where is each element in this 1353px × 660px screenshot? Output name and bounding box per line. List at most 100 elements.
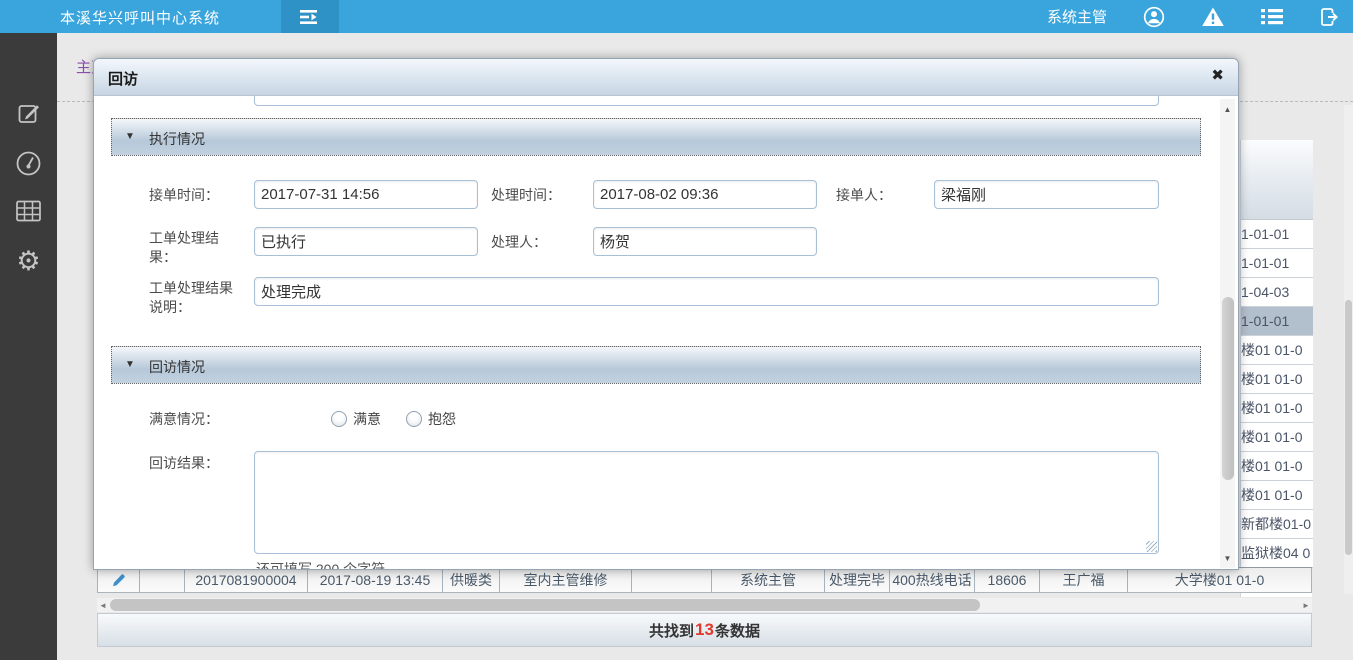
horizontal-scrollbar[interactable]: ◄ ► [97, 598, 1312, 612]
tab-home[interactable]: 主页 [76, 56, 93, 77]
page-vertical-scrollbar[interactable] [1344, 105, 1353, 594]
task-list-button[interactable] [1261, 8, 1283, 25]
right-table-row[interactable]: 楼01 01-0 [1241, 423, 1313, 452]
complaint-radio[interactable] [406, 411, 422, 427]
table-cell: 系统主管 [712, 568, 825, 592]
gauge-icon [15, 150, 42, 177]
sidebar-item-dashboard[interactable] [0, 143, 57, 183]
logout-button[interactable] [1319, 7, 1341, 27]
user-profile-button[interactable] [1143, 6, 1165, 28]
table-cell: 2017081900004 [185, 568, 308, 592]
cell-text: 1-04-03 [1241, 284, 1289, 300]
process-time-label: 处理时间： [491, 186, 561, 205]
dialog-scroll-thumb[interactable] [1222, 297, 1234, 480]
sidebar-toggle-button[interactable] [281, 0, 339, 33]
app-root: 主页 1-01-01 1-01-01 1-04-03 1-01-01 楼01 0… [0, 0, 1353, 660]
app-title: 本溪华兴呼叫中心系统 [60, 7, 220, 28]
satisfied-radio[interactable] [331, 411, 347, 427]
radio-option-complaint[interactable]: 抱怨 [406, 409, 456, 429]
current-user[interactable]: 系统主管 [1047, 6, 1107, 27]
table-cell: 处理完毕 [825, 568, 890, 592]
sidebar-item-settings[interactable]: ⚙ [0, 241, 57, 281]
left-sidebar: ⚙ [0, 33, 57, 660]
cell-text: 楼01 01-0 [1241, 429, 1302, 445]
scroll-right-arrow-icon[interactable]: ► [1300, 598, 1312, 612]
close-icon[interactable]: ✖ [1211, 67, 1224, 85]
right-table-row[interactable]: 楼01 01-0 [1241, 336, 1313, 365]
section-visit-title: 回访情况 [149, 357, 205, 377]
cell-text: 楼01 01-0 [1241, 400, 1302, 416]
table-cell: 大学楼01 01-0 [1128, 568, 1312, 592]
table-cell [632, 568, 712, 592]
scroll-left-arrow-icon[interactable]: ◄ [97, 598, 109, 612]
result-desc-field[interactable] [254, 277, 1159, 306]
right-table-row[interactable]: 新都楼01-0 [1241, 510, 1313, 539]
list-icon [1261, 8, 1283, 25]
right-table-row[interactable]: 1-01-01 [1241, 307, 1313, 336]
receiver-label: 接单人： [836, 186, 892, 205]
visit-result-label: 回访结果： [149, 454, 219, 473]
dialog-scrollbar[interactable]: ▲ ▼ [1220, 99, 1235, 568]
visit-result-textarea[interactable] [254, 451, 1159, 554]
topbar-actions: 系统主管 [1047, 0, 1341, 33]
page-vscroll-thumb[interactable] [1345, 300, 1352, 555]
edit-row-button[interactable] [97, 568, 140, 592]
cell-text: 新都楼01-0 [1241, 516, 1311, 532]
receive-time-label: 接单时间： [149, 186, 219, 205]
result-desc-label: 工单处理结果说明： [149, 279, 241, 317]
table-cell: 供暖类 [443, 568, 500, 592]
hscroll-thumb[interactable] [110, 599, 980, 611]
menu-toggle-icon [300, 9, 320, 25]
logout-icon [1319, 7, 1341, 27]
process-time-field[interactable] [593, 180, 817, 209]
visit-result-wrapper [254, 451, 1159, 554]
pencil-icon [111, 573, 126, 588]
right-table-row[interactable]: 楼01 01-0 [1241, 394, 1313, 423]
grid-table-icon [15, 199, 42, 223]
cell-text: 楼01 01-0 [1241, 458, 1302, 474]
table-cell [140, 568, 185, 592]
cell-text: 监狱楼04 0 [1241, 545, 1310, 561]
processor-field[interactable] [593, 227, 817, 256]
right-table-row[interactable]: 1-01-01 [1241, 249, 1313, 278]
warning-icon [1201, 6, 1225, 27]
user-icon [1143, 6, 1165, 28]
clipped-input-above[interactable] [254, 96, 1159, 106]
table-row[interactable]: 2017081900004 2017-08-19 13:45 供暖类 室内主管维… [97, 567, 1312, 593]
section-exec-title: 执行情况 [149, 129, 205, 149]
complaint-option-label: 抱怨 [428, 409, 456, 429]
result-count-bar: 共找到13条数据 [97, 613, 1312, 647]
scroll-up-arrow-icon[interactable]: ▲ [1220, 102, 1235, 116]
section-visit-header[interactable]: ▼ 回访情况 [111, 346, 1201, 384]
section-exec-header[interactable]: ▼ 执行情况 [111, 118, 1201, 156]
scroll-down-arrow-icon[interactable]: ▼ [1220, 551, 1235, 565]
sidebar-item-orders[interactable] [0, 93, 57, 133]
gear-icon: ⚙ [16, 248, 40, 275]
count-value: 13 [694, 620, 715, 640]
receiver-field[interactable] [934, 180, 1159, 209]
right-table-row[interactable]: 监狱楼04 0 [1241, 539, 1313, 568]
background-table: 1-01-01 1-01-01 1-04-03 1-01-01 楼01 01-0… [1240, 140, 1312, 597]
right-table-row[interactable]: 1-01-01 [1241, 220, 1313, 249]
table-cell: 400热线电话 [890, 568, 975, 592]
right-table-row[interactable]: 1-04-03 [1241, 278, 1313, 307]
order-result-label: 工单处理结果： [149, 229, 227, 267]
sidebar-item-reports[interactable] [0, 191, 57, 231]
order-result-field[interactable] [254, 227, 478, 256]
cell-text: 楼01 01-0 [1241, 487, 1302, 503]
table-header-partial [1241, 140, 1313, 220]
radio-option-satisfied[interactable]: 满意 [331, 409, 381, 429]
alerts-button[interactable] [1201, 6, 1225, 27]
top-navbar: 本溪华兴呼叫中心系统 系统主管 [0, 0, 1353, 33]
count-prefix: 共找到 [649, 620, 694, 641]
char-remaining-hint: 还可填写 200 个字符 [256, 559, 385, 570]
right-table-row[interactable]: 楼01 01-0 [1241, 481, 1313, 510]
right-table-row[interactable]: 楼01 01-0 [1241, 365, 1313, 394]
processor-label: 处理人： [491, 233, 547, 252]
cell-text: 1-01-01 [1241, 313, 1289, 329]
dialog-body: ▼ 执行情况 接单时间： 处理时间： 接单人： 工单处理结果： 处理人： 工单处… [94, 96, 1239, 570]
right-table-row[interactable]: 楼01 01-0 [1241, 452, 1313, 481]
receive-time-field[interactable] [254, 180, 478, 209]
dialog-header[interactable]: 回访 ✖ [94, 59, 1238, 96]
chevron-down-icon: ▼ [125, 131, 135, 142]
